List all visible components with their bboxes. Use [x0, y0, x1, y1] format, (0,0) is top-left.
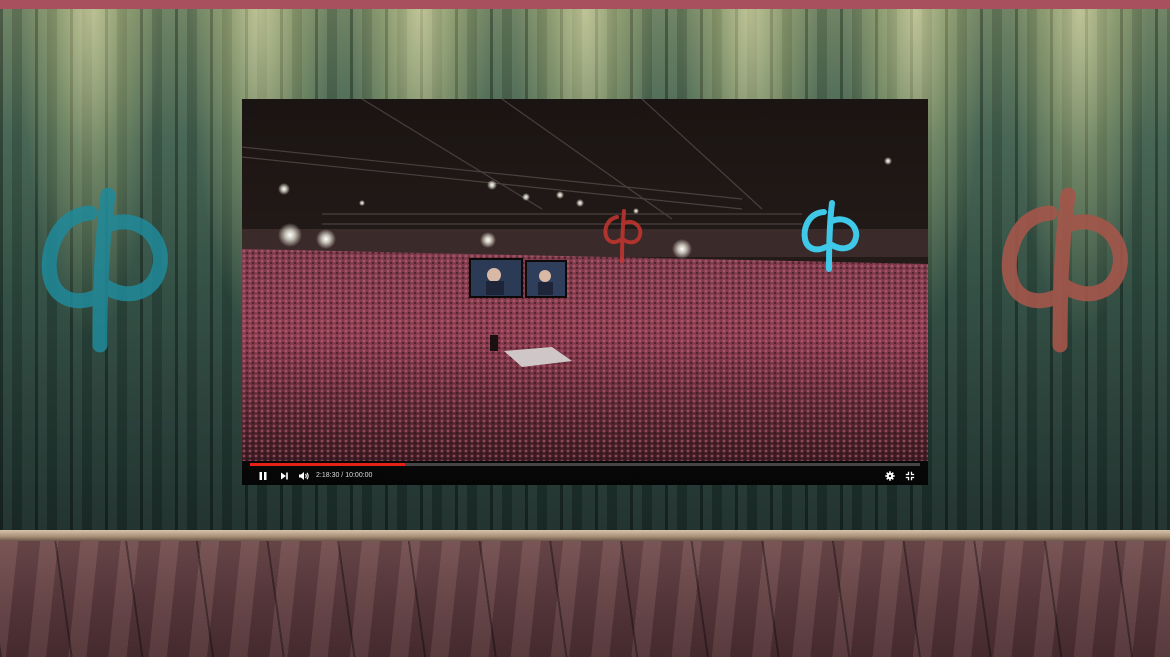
volume-button[interactable]	[297, 469, 311, 483]
phi-logo-right-icon	[1001, 187, 1128, 353]
time-total: 10:00:00	[345, 472, 373, 479]
wooden-floor	[0, 541, 1170, 657]
time-current: 2:18:30	[316, 472, 340, 479]
top-band	[0, 0, 1170, 9]
video-player[interactable]: 2:18:30 / 10:00:00	[242, 99, 928, 485]
gear-icon	[885, 471, 895, 481]
volume-icon	[299, 472, 309, 480]
theater-stage: 2:18:30 / 10:00:00	[0, 0, 1170, 657]
video-frame-arena[interactable]	[242, 99, 928, 461]
pause-button[interactable]	[257, 469, 269, 483]
stage-ledge	[0, 530, 1170, 541]
pause-icon	[259, 472, 267, 480]
progress-bar[interactable]	[250, 463, 920, 466]
phi-logo-left-icon	[41, 187, 168, 353]
progress-fill	[250, 463, 405, 466]
next-button[interactable]	[278, 469, 290, 483]
settings-button[interactable]	[884, 469, 896, 483]
exit-fullscreen-icon	[905, 471, 915, 481]
time-display: 2:18:30 / 10:00:00	[316, 469, 372, 483]
exit-fullscreen-button[interactable]	[904, 469, 916, 483]
next-icon	[281, 472, 288, 480]
